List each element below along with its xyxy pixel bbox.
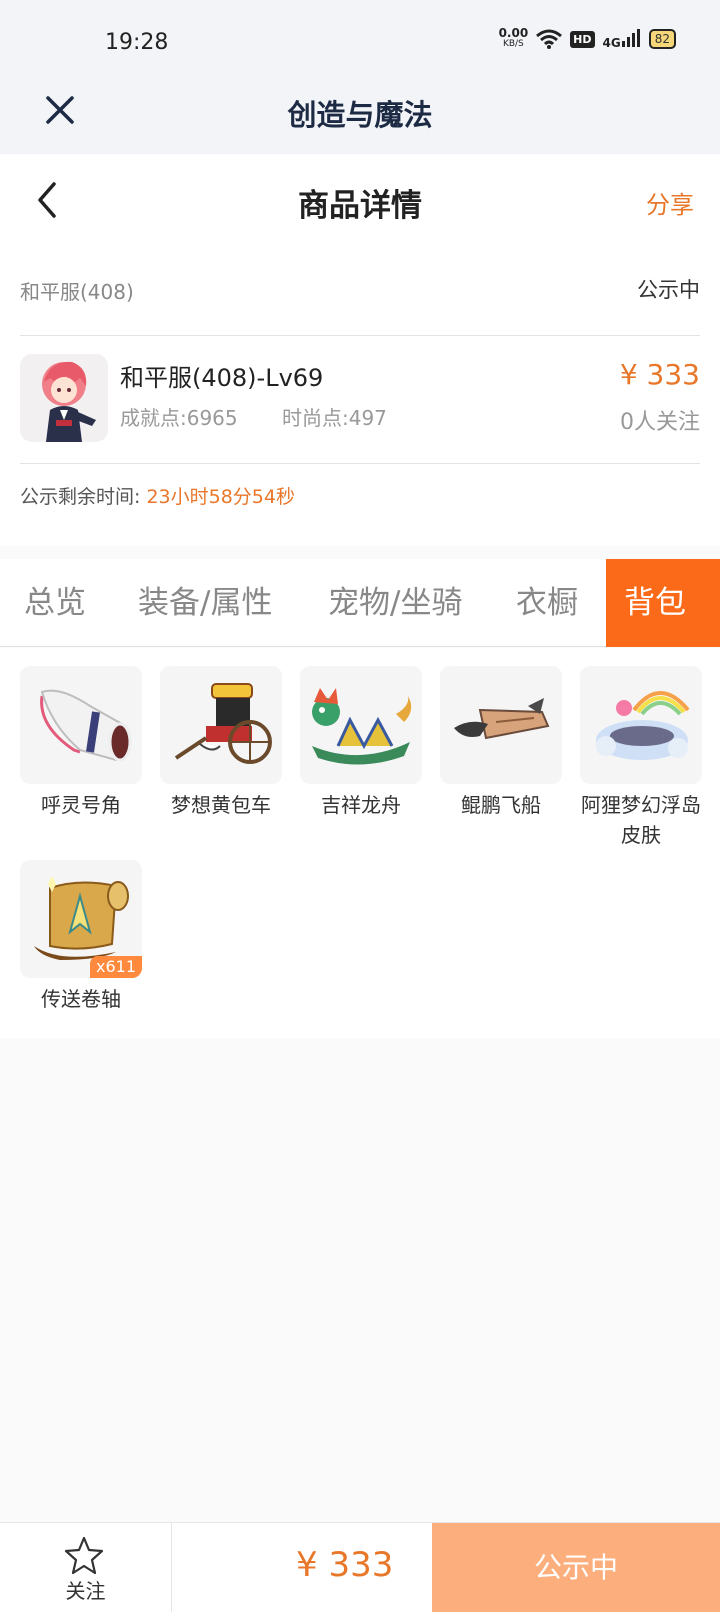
item-name: 阿狸梦幻浮岛皮肤: [581, 793, 701, 847]
remaining-time-row: 公示剩余时间: 23小时58分54秒: [20, 482, 295, 509]
nav-bar: 商品详情 分享: [0, 154, 720, 250]
inventory-item[interactable]: 呼灵号角: [20, 666, 142, 820]
inventory-item[interactable]: 阿狸梦幻浮岛皮肤: [580, 666, 702, 850]
status-button[interactable]: 公示中: [432, 1523, 720, 1612]
page-content: 商品详情 分享 和平服(408) 公示中 和平服(408)-Lv69 成就点:6…: [0, 154, 720, 1534]
hd-icon: HD: [570, 30, 595, 48]
horn-icon: [20, 666, 142, 784]
item-name: 梦想黄包车: [171, 793, 271, 817]
app-title: 创造与魔法: [287, 98, 433, 132]
dragon-boat-icon: [300, 666, 422, 784]
airship-icon: [440, 666, 562, 784]
inventory-grid: 呼灵号角 梦想黄包车 吉祥龙舟 鲲鹏飞船 阿狸梦幻浮岛皮肤 x611 传送卷轴: [0, 648, 720, 1038]
star-icon: [64, 1536, 104, 1575]
rickshaw-icon: [160, 666, 282, 784]
listing-status: 公示中: [637, 278, 700, 302]
avatar: [20, 354, 108, 442]
follow-button[interactable]: 关注: [0, 1523, 172, 1612]
share-button[interactable]: 分享: [646, 185, 694, 220]
item-name: 呼灵号角: [41, 793, 121, 817]
item-count-badge: x611: [89, 956, 142, 978]
tab-bar: 总览 装备/属性 宠物/坐骑 衣橱 背包: [0, 559, 720, 647]
battery-icon: 82: [648, 29, 676, 49]
tab-overview[interactable]: 总览: [24, 559, 86, 647]
bottom-price: ¥ 333: [296, 1545, 394, 1585]
inventory-item[interactable]: 吉祥龙舟: [300, 666, 422, 820]
server-row: 和平服(408) 公示中: [20, 250, 700, 336]
remaining-label: 公示剩余时间:: [20, 486, 141, 508]
server-name: 和平服(408): [20, 280, 134, 304]
item-name: 传送卷轴: [41, 987, 121, 1011]
item-name: 鲲鹏飞船: [461, 793, 541, 817]
follower-count: 0人关注: [620, 410, 700, 435]
inventory-item[interactable]: 鲲鹏飞船: [440, 666, 562, 820]
tab-equipment[interactable]: 装备/属性: [138, 559, 272, 647]
character-row[interactable]: 和平服(408)-Lv69 成就点:6965 时尚点:497 ¥ 333 0人关…: [20, 336, 700, 464]
status-time: 19:28: [105, 30, 169, 55]
follow-label: 关注: [65, 1579, 106, 1603]
product-card: 商品详情 分享 和平服(408) 公示中 和平服(408)-Lv69 成就点:6…: [0, 154, 720, 546]
tab-backpack[interactable]: 背包: [606, 559, 720, 647]
inventory-item[interactable]: x611 传送卷轴: [20, 860, 142, 1014]
floating-island-icon: [580, 666, 702, 784]
product-price: ¥ 333: [619, 358, 700, 391]
status-icons: 0.00 KB/S HD 4G 82: [498, 26, 676, 50]
bottom-bar: 关注 ¥ 333 公示中: [0, 1522, 720, 1612]
wifi-icon: [536, 29, 563, 49]
page-title: 商品详情: [298, 188, 422, 224]
achievement-points: 成就点:6965: [120, 406, 238, 430]
app-bar: 创造与魔法: [0, 84, 720, 154]
signal-icon: 4G: [603, 28, 641, 50]
remaining-time: 23小时58分54秒: [146, 486, 295, 508]
net-speed: 0.00 KB/S: [498, 26, 529, 49]
fashion-points: 时尚点:497: [282, 406, 387, 430]
character-name: 和平服(408)-Lv69: [120, 364, 324, 392]
character-stats: 成就点:6965 时尚点:497: [120, 402, 425, 431]
item-name: 吉祥龙舟: [321, 793, 401, 817]
scroll-icon: x611: [20, 860, 142, 978]
inventory-item[interactable]: 梦想黄包车: [160, 666, 282, 820]
tab-pets[interactable]: 宠物/坐骑: [328, 559, 462, 647]
tab-wardrobe[interactable]: 衣橱: [516, 559, 578, 647]
status-bar: 19:28 0.00 KB/S HD 4G 82: [0, 0, 720, 84]
